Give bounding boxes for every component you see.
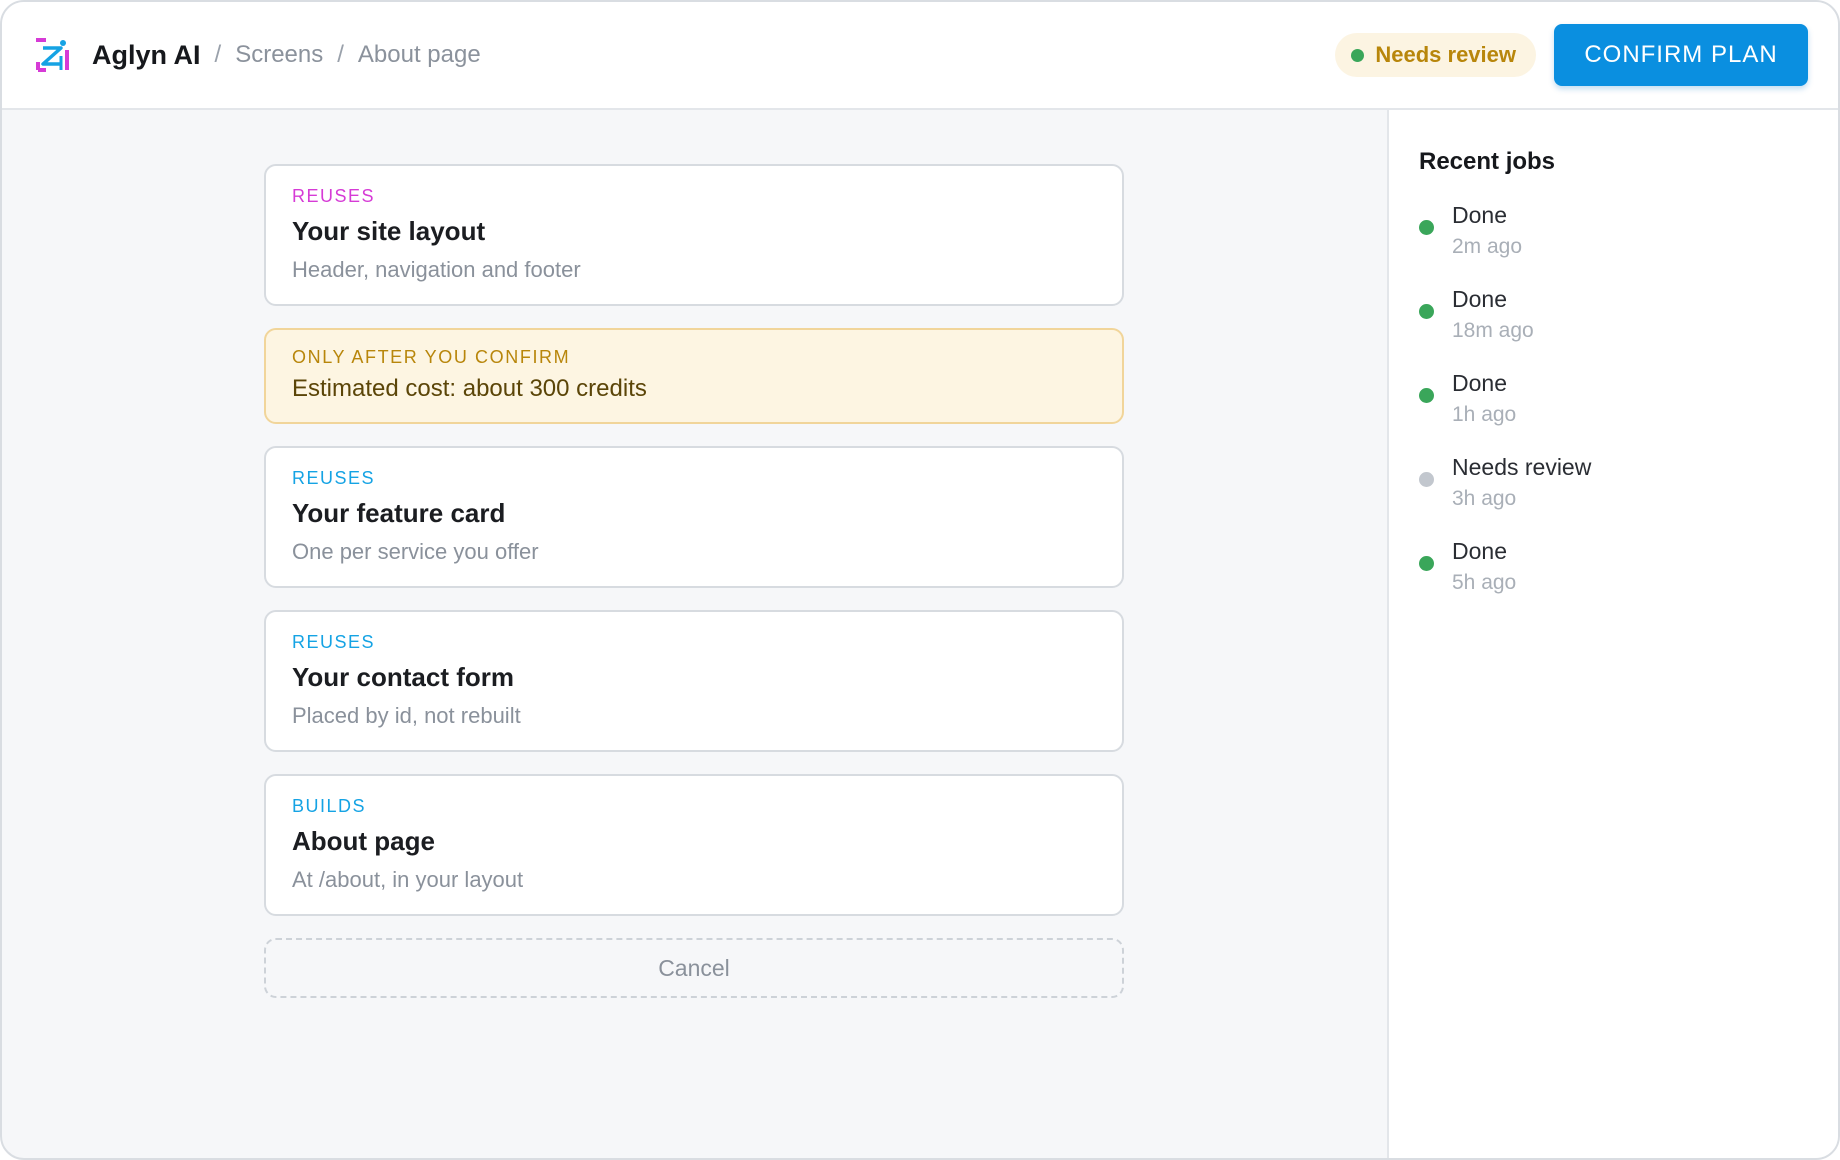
plan-panel: REUSES Your site layout Header, navigati…	[2, 110, 1387, 1158]
top-bar: Aglyn AI / Screens / About page Needs re…	[2, 2, 1838, 110]
breadcrumb-about-page: About page	[357, 41, 481, 68]
recent-jobs-sidebar: Recent jobs Done 2m ago Done 18m ago Don…	[1387, 110, 1838, 1158]
cost-notice: ONLY AFTER YOU CONFIRM Estimated cost: a…	[264, 328, 1124, 424]
job-status-dot-icon	[1419, 220, 1434, 235]
cost-estimate: Estimated cost: about 300 credits	[292, 375, 647, 402]
job-status-dot-icon	[1419, 556, 1434, 571]
card-subtitle: At /about, in your layout	[292, 867, 524, 892]
card-title: Your contact form	[292, 662, 514, 692]
job-time: 18m ago	[1452, 319, 1534, 342]
status-badge-label: Needs review	[1375, 42, 1516, 67]
job-time: 5h ago	[1452, 571, 1517, 594]
job-status-dot-icon	[1419, 388, 1434, 403]
card-subtitle: One per service you offer	[292, 539, 539, 564]
card-title: Your feature card	[292, 498, 506, 528]
sidebar-title: Recent jobs	[1419, 148, 1556, 175]
app-window: Aglyn AI / Screens / About page Needs re…	[0, 0, 1840, 1160]
aglyn-logo-icon	[34, 36, 72, 74]
plan-card-about-page: BUILDS About page At /about, in your lay…	[264, 774, 1124, 916]
job-status: Needs review	[1452, 454, 1592, 480]
plan-card-feature-card: REUSES Your feature card One per service…	[264, 446, 1124, 588]
card-title: Your site layout	[292, 216, 486, 246]
job-status-dot-icon	[1419, 472, 1434, 487]
breadcrumb-separator: /	[337, 41, 344, 68]
job-status: Done	[1452, 370, 1507, 396]
job-status-dot-icon	[1419, 304, 1434, 319]
cancel-button[interactable]: Cancel	[264, 938, 1124, 998]
job-status: Done	[1452, 538, 1507, 564]
card-tag: REUSES	[292, 186, 376, 206]
job-time: 3h ago	[1452, 487, 1517, 510]
job-item[interactable]: Done 18m ago	[1419, 286, 1808, 350]
card-tag: BUILDS	[292, 796, 367, 816]
brand-name: Aglyn AI	[92, 39, 201, 70]
card-tag: REUSES	[292, 468, 376, 488]
job-item[interactable]: Done 1h ago	[1419, 370, 1808, 434]
job-item[interactable]: Needs review 3h ago	[1419, 454, 1808, 518]
plan-card-site-layout: REUSES Your site layout Header, navigati…	[264, 164, 1124, 306]
job-item[interactable]: Done 5h ago	[1419, 538, 1808, 602]
job-status: Done	[1452, 202, 1507, 228]
job-time: 1h ago	[1452, 403, 1517, 426]
card-title: About page	[292, 826, 435, 856]
card-subtitle: Placed by id, not rebuilt	[292, 703, 521, 728]
breadcrumb-separator: /	[214, 41, 222, 68]
plan-card-list: REUSES Your site layout Header, navigati…	[264, 164, 1124, 998]
card-subtitle: Header, navigation and footer	[292, 257, 581, 282]
plan-card-contact-form: REUSES Your contact form Placed by id, n…	[264, 610, 1124, 752]
job-time: 2m ago	[1452, 235, 1523, 258]
status-dot-icon	[1351, 48, 1365, 62]
status-badge: Needs review	[1335, 33, 1536, 77]
confirm-plan-button[interactable]: CONFIRM PLAN	[1554, 24, 1808, 86]
job-status: Done	[1452, 286, 1507, 312]
card-tag: REUSES	[292, 632, 376, 652]
breadcrumb-screens[interactable]: Screens	[235, 41, 323, 69]
job-item[interactable]: Done 2m ago	[1419, 202, 1808, 266]
cost-notice-tag: ONLY AFTER YOU CONFIRM	[292, 347, 571, 367]
